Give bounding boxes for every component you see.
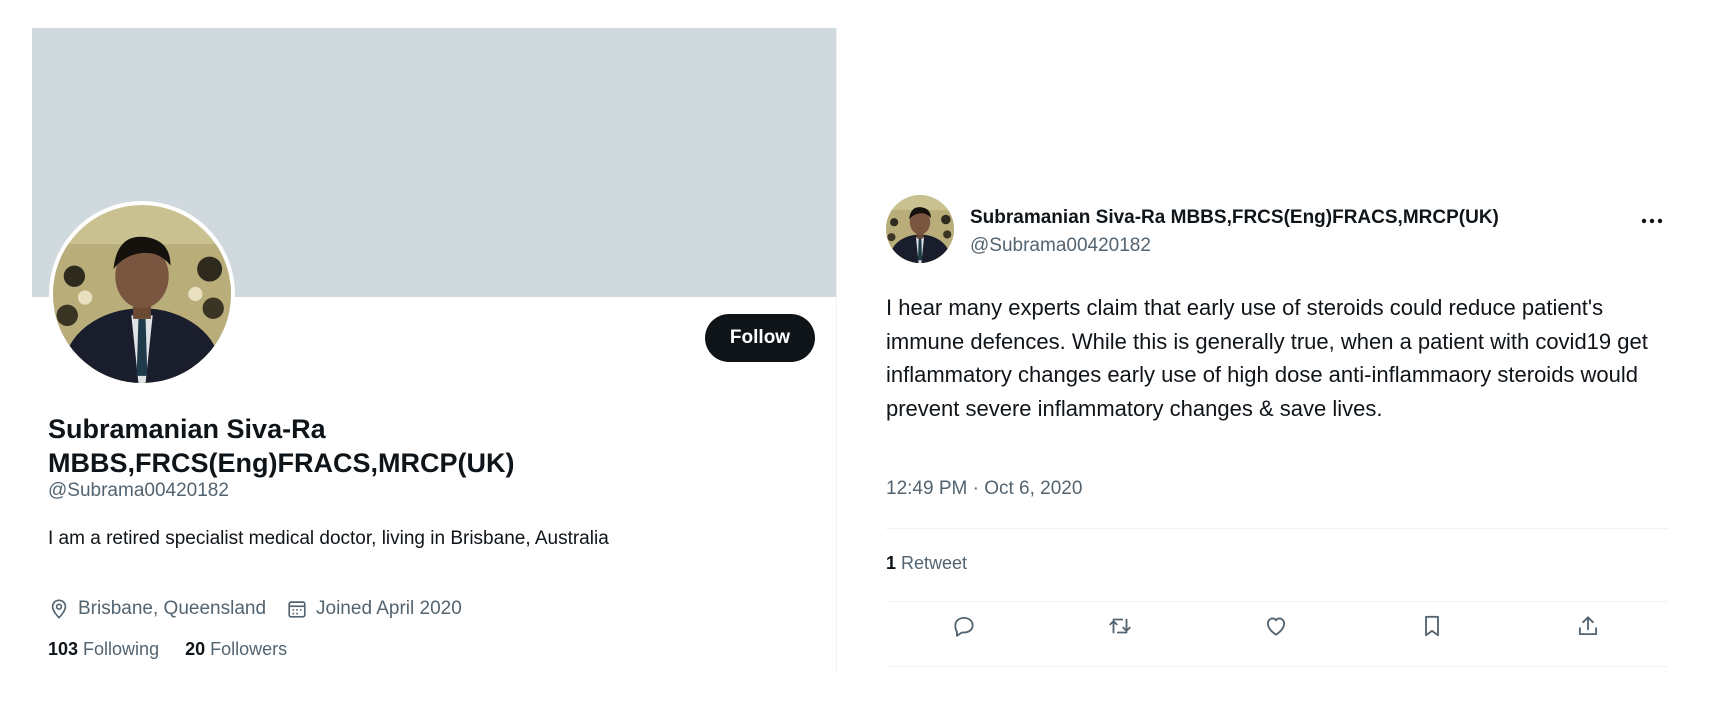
tweet-action-bar [886, 606, 1668, 656]
followers-link[interactable]: 20 Followers [185, 639, 287, 660]
like-icon[interactable] [1256, 606, 1296, 646]
profile-meta: Brisbane, Queensland Joined April 2020 [48, 598, 482, 620]
follow-button[interactable]: Follow [705, 314, 815, 362]
location-pin-icon [51, 599, 67, 619]
profile-handle: @Subrama00420182 [48, 480, 229, 501]
retweet-icon[interactable] [1100, 606, 1140, 646]
tweet-text: I hear many experts claim that early use… [886, 295, 1648, 421]
joined-label: Joined April 2020 [316, 598, 462, 619]
share-icon[interactable] [1568, 606, 1608, 646]
followers-count: 20 [185, 639, 206, 659]
retweet-count-label: Retweet [901, 553, 968, 573]
divider [886, 528, 1668, 529]
tweet-author-name[interactable]: Subramanian Siva-Ra MBBS,FRCS(Eng)FRACS,… [970, 207, 1499, 229]
following-link[interactable]: 103 Following [48, 639, 159, 660]
divider [886, 601, 1668, 602]
location-label: Brisbane, Queensland [78, 598, 267, 619]
profile-joined: Joined April 2020 [286, 598, 462, 620]
followers-label: Followers [210, 639, 288, 659]
tweet-timestamp[interactable]: 12:49 PM · Oct 6, 2020 [886, 478, 1082, 500]
more-options-icon[interactable] [1638, 211, 1666, 231]
following-count: 103 [48, 639, 79, 659]
profile-bio: I am a retired specialist medical doctor… [48, 528, 609, 549]
tweet-author-handle[interactable]: @Subrama00420182 [970, 235, 1151, 257]
retweet-count: 1 [886, 553, 897, 573]
bookmark-icon[interactable] [1412, 606, 1452, 646]
tweet-author-avatar[interactable] [886, 195, 954, 263]
profile-display-name: Subramanian Siva-Ra MBBS,FRCS(Eng)FRACS,… [48, 414, 515, 478]
calendar-icon [288, 601, 306, 618]
profile-stats: 103 Following 20 Followers [48, 639, 313, 660]
retweet-count-link[interactable]: 1 Retweet [886, 553, 967, 574]
profile-card: Follow Subramanian Siva-Ra MBBS,FRCS(Eng… [32, 28, 837, 674]
following-label: Following [83, 639, 160, 659]
divider [886, 666, 1668, 667]
page: Follow Subramanian Siva-Ra MBBS,FRCS(Eng… [0, 0, 1710, 728]
reply-icon[interactable] [944, 606, 984, 646]
profile-location: Brisbane, Queensland [48, 598, 266, 620]
profile-avatar[interactable] [49, 201, 235, 387]
